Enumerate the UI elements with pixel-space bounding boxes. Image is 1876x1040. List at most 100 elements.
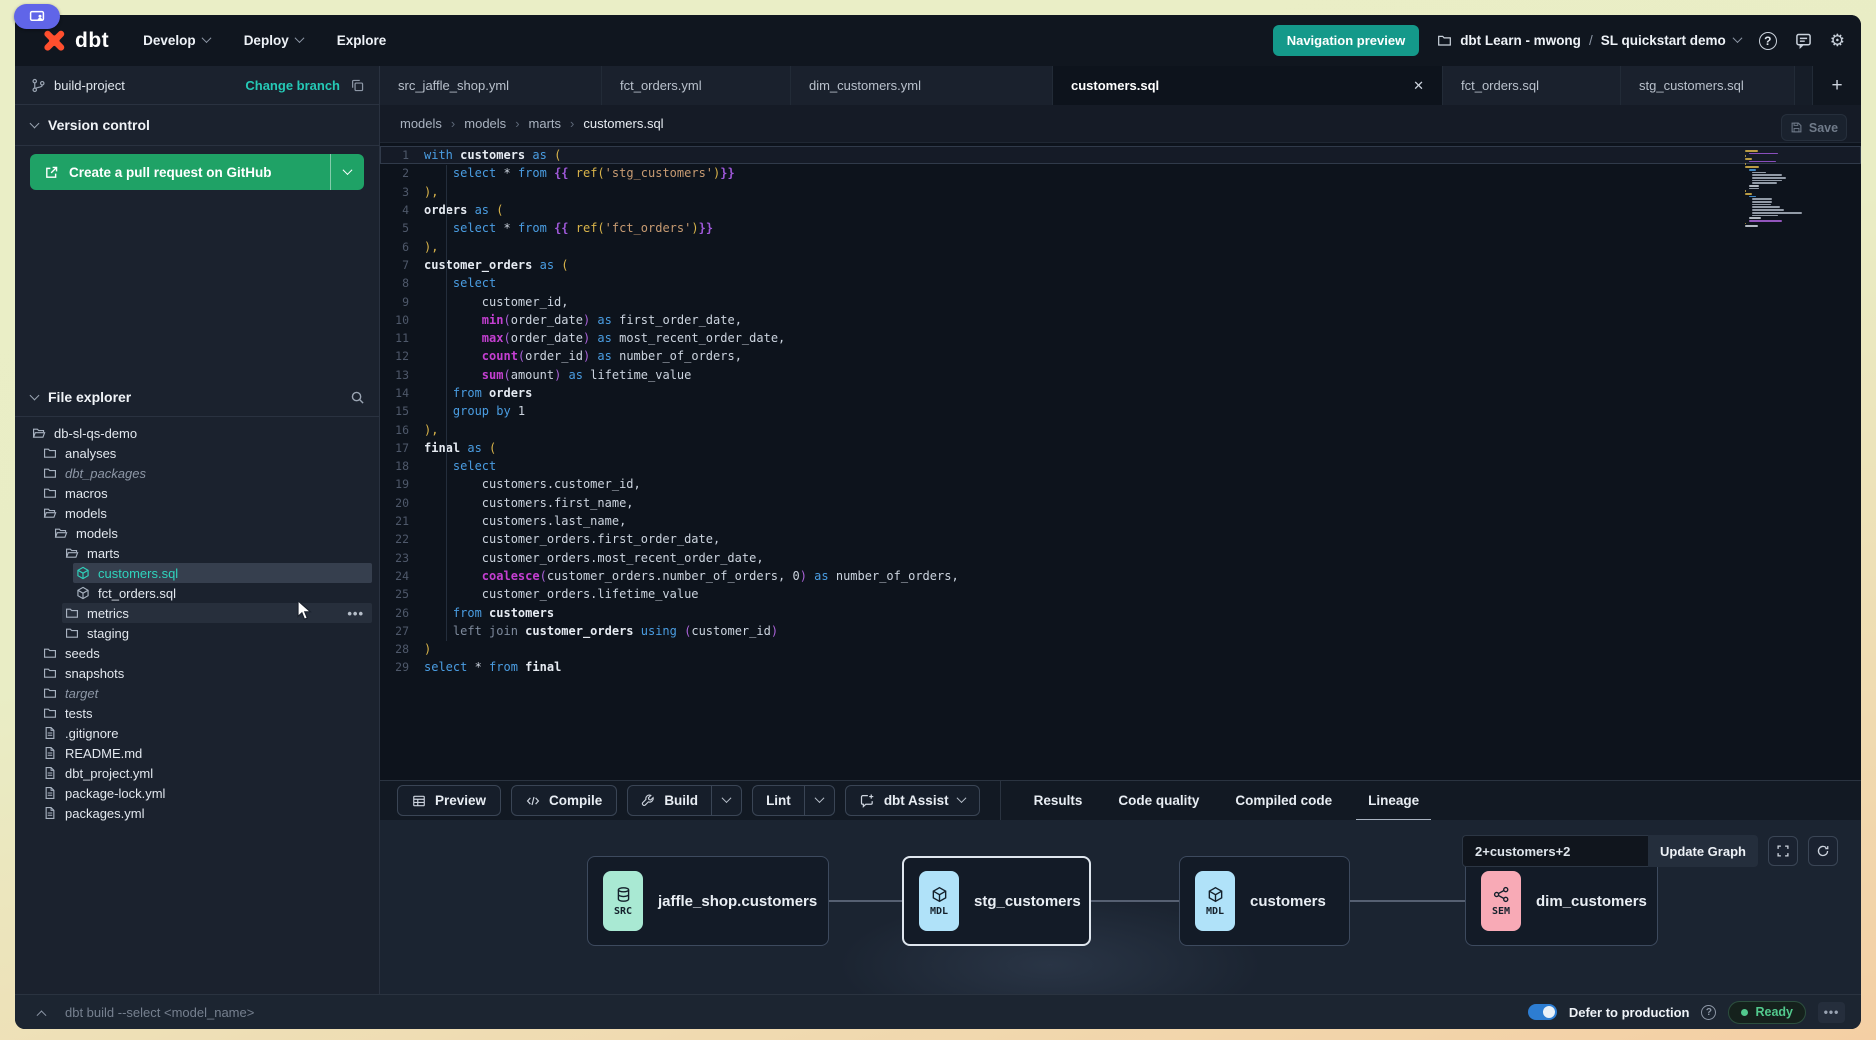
code-line-2[interactable]: 2 select * from {{ ref('stg_customers')}… (380, 164, 1861, 182)
tab-fct_orders.sql[interactable]: fct_orders.sql (1443, 66, 1621, 105)
dbt-logo[interactable]: dbt (41, 28, 109, 54)
defer-to-production-toggle[interactable] (1528, 1004, 1557, 1020)
code-line-24[interactable]: 24 coalesce(customer_orders.number_of_or… (380, 567, 1861, 585)
tree-item-seeds[interactable]: seeds (15, 643, 379, 663)
project-breadcrumb[interactable]: dbt Learn - mwong / SL quickstart demo (1437, 33, 1741, 48)
tab-fct_orders.yml[interactable]: fct_orders.yml (602, 66, 791, 105)
version-control-header[interactable]: Version control (15, 105, 379, 146)
code-line-3[interactable]: 3), (380, 183, 1861, 201)
tree-item-package-lock.yml[interactable]: package-lock.yml (15, 783, 379, 803)
code-line-12[interactable]: 12 count(order_id) as number_of_orders, (380, 347, 1861, 365)
navigation-preview-button[interactable]: Navigation preview (1273, 25, 1419, 56)
code-line-9[interactable]: 9 customer_id, (380, 292, 1861, 310)
code-line-5[interactable]: 5 select * from {{ ref('fct_orders')}} (380, 219, 1861, 237)
tree-item-models[interactable]: models (15, 503, 379, 523)
pr-button-chevron[interactable] (330, 154, 364, 190)
change-branch-link[interactable]: Change branch (245, 78, 340, 93)
menu-explore[interactable]: Explore (337, 33, 387, 48)
code-line-4[interactable]: 4orders as ( (380, 201, 1861, 219)
code-editor[interactable]: 1with customers as (2 select * from {{ r… (380, 143, 1861, 780)
tree-item-README.md[interactable]: README.md (15, 743, 379, 763)
lineage-node-dim_customers[interactable]: SEMdim_customers (1465, 856, 1658, 946)
breadcrumb-item[interactable]: models (464, 116, 506, 131)
code-line-13[interactable]: 13 sum(amount) as lifetime_value (380, 366, 1861, 384)
tab-customers.sql[interactable]: customers.sql✕ (1053, 66, 1443, 105)
tree-item-packages.yml[interactable]: packages.yml (15, 803, 379, 823)
search-icon[interactable] (350, 390, 365, 405)
build-button[interactable]: Build (628, 786, 711, 815)
tree-item-fct_orders.sql[interactable]: fct_orders.sql (15, 583, 379, 603)
more-actions-icon[interactable]: ••• (347, 606, 364, 621)
ide-status-badge[interactable]: Ready (1728, 1001, 1806, 1024)
code-line-10[interactable]: 10 min(order_date) as first_order_date, (380, 311, 1861, 329)
code-line-6[interactable]: 6), (380, 237, 1861, 255)
tree-item-db-sl-qs-demo[interactable]: db-sl-qs-demo (15, 423, 379, 443)
breadcrumb-item[interactable]: models (400, 116, 442, 131)
menu-deploy[interactable]: Deploy (244, 33, 303, 48)
tree-item-tests[interactable]: tests (15, 703, 379, 723)
breadcrumb-item[interactable]: marts (529, 116, 562, 131)
feedback-icon[interactable] (1795, 32, 1812, 49)
code-line-16[interactable]: 16), (380, 420, 1861, 438)
code-line-18[interactable]: 18 select (380, 457, 1861, 475)
minimap[interactable] (1745, 150, 1797, 227)
new-tab-button[interactable]: + (1813, 66, 1861, 105)
fullscreen-button[interactable] (1768, 836, 1798, 866)
expand-command-bar-button[interactable] (31, 1002, 51, 1022)
menu-develop[interactable]: Develop (143, 33, 210, 48)
command-input[interactable]: dbt build --select <model_name> (65, 1005, 254, 1020)
panel-tab-code-quality[interactable]: Code quality (1101, 781, 1216, 821)
code-line-20[interactable]: 20 customers.first_name, (380, 494, 1861, 512)
save-button[interactable]: Save (1781, 114, 1847, 141)
tree-item-dbt_project.yml[interactable]: dbt_project.yml (15, 763, 379, 783)
code-line-23[interactable]: 23 customer_orders.most_recent_order_dat… (380, 549, 1861, 567)
code-line-17[interactable]: 17final as ( (380, 439, 1861, 457)
code-line-19[interactable]: 19 customers.customer_id, (380, 475, 1861, 493)
preview-button[interactable]: Preview (397, 785, 501, 816)
code-line-14[interactable]: 14 from orders (380, 384, 1861, 402)
copy-icon[interactable] (350, 78, 365, 93)
dbt-assist-button[interactable]: dbt Assist (845, 785, 980, 816)
compile-button[interactable]: Compile (511, 785, 617, 816)
defer-help-icon[interactable]: ? (1701, 1005, 1716, 1020)
code-line-7[interactable]: 7customer_orders as ( (380, 256, 1861, 274)
code-line-8[interactable]: 8 select (380, 274, 1861, 292)
close-tab-icon[interactable]: ✕ (1413, 78, 1424, 94)
code-line-29[interactable]: 29select * from final (380, 658, 1861, 676)
code-line-27[interactable]: 27 left join customer_orders using (cust… (380, 622, 1861, 640)
code-line-11[interactable]: 11 max(order_date) as most_recent_order_… (380, 329, 1861, 347)
tree-item-staging[interactable]: staging (15, 623, 379, 643)
tree-item-analyses[interactable]: analyses (15, 443, 379, 463)
tree-item-snapshots[interactable]: snapshots (15, 663, 379, 683)
file-explorer-header[interactable]: File explorer (15, 378, 379, 417)
lint-dropdown-button[interactable] (804, 786, 834, 815)
create-pr-button[interactable]: Create a pull request on GitHub (30, 154, 364, 190)
panel-tab-compiled-code[interactable]: Compiled code (1218, 781, 1349, 821)
code-line-22[interactable]: 22 customer_orders.first_order_date, (380, 530, 1861, 548)
panel-tab-results[interactable]: Results (1017, 781, 1100, 821)
code-line-25[interactable]: 25 customer_orders.lifetime_value (380, 585, 1861, 603)
code-line-1[interactable]: 1with customers as ( (380, 146, 1861, 164)
tree-item-target[interactable]: target (15, 683, 379, 703)
tree-item-marts[interactable]: marts (15, 543, 379, 563)
code-line-26[interactable]: 26 from customers (380, 603, 1861, 621)
build-dropdown-button[interactable] (711, 786, 741, 815)
tab-dim_customers.yml[interactable]: dim_customers.yml (791, 66, 1053, 105)
tree-item-dbt_packages[interactable]: dbt_packages (15, 463, 379, 483)
project-name[interactable]: SL quickstart demo (1601, 33, 1726, 48)
lineage-node-customers[interactable]: MDLcustomers (1179, 856, 1350, 946)
update-graph-button[interactable]: Update Graph (1648, 835, 1758, 867)
tree-item-models[interactable]: models (15, 523, 379, 543)
lineage-selector-input[interactable]: 2+customers+2 (1462, 835, 1648, 867)
settings-gear-icon[interactable]: ⚙ (1830, 31, 1845, 51)
code-line-21[interactable]: 21 customers.last_name, (380, 512, 1861, 530)
tree-item-metrics[interactable]: metrics••• (15, 603, 379, 623)
tree-item-macros[interactable]: macros (15, 483, 379, 503)
breadcrumb-item[interactable]: customers.sql (583, 116, 663, 131)
tab-stg_customers.sql[interactable]: stg_customers.sql (1621, 66, 1795, 105)
lineage-canvas[interactable]: 2+customers+2 Update Graph SRCjaffle_sho… (380, 820, 1861, 994)
tree-item-customers.sql[interactable]: customers.sql (15, 563, 379, 583)
code-line-15[interactable]: 15 group by 1 (380, 402, 1861, 420)
status-more-button[interactable]: ••• (1818, 1002, 1845, 1023)
refresh-graph-button[interactable] (1808, 836, 1838, 866)
